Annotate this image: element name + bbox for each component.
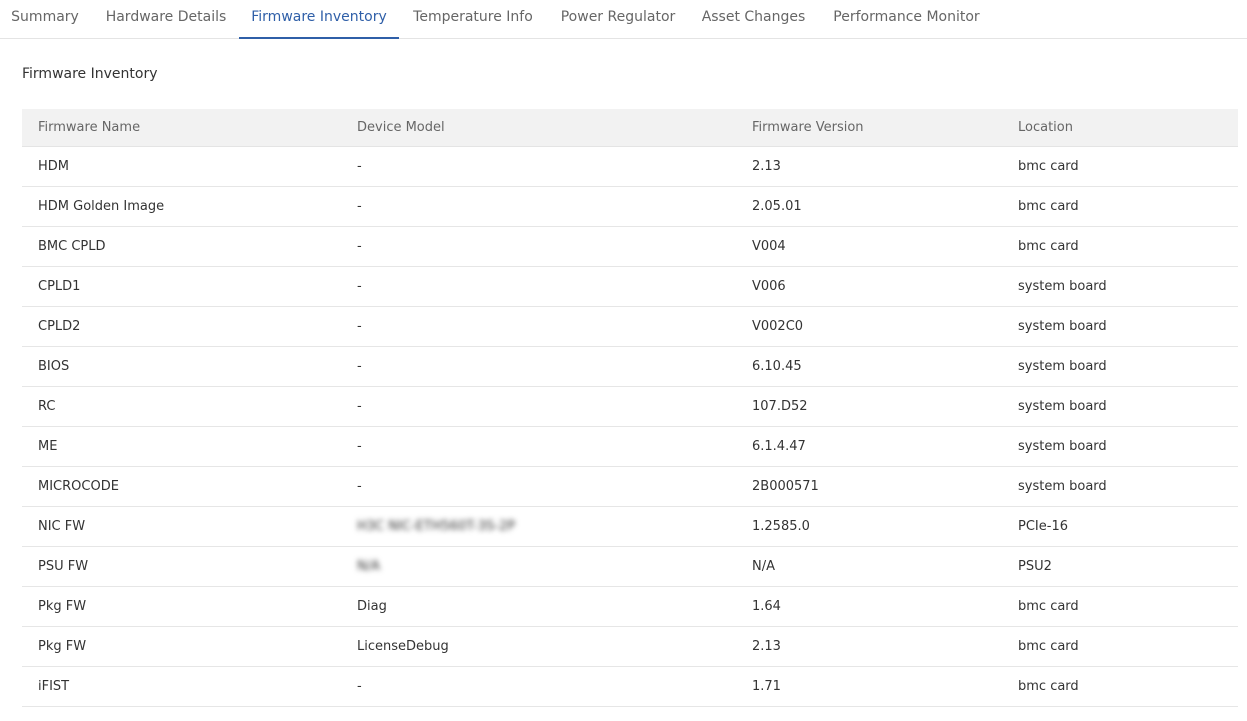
cell-location: system board (1018, 479, 1107, 494)
table-row: Pkg FW LicenseDebug 2.13 bmc card (22, 627, 1238, 667)
table-row: Pkg FW Diag 1.64 bmc card (22, 587, 1238, 627)
cell-location: PSU2 (1018, 559, 1052, 574)
cell-device-model: - (357, 359, 362, 374)
table-row: MICROCODE - 2B000571 system board (22, 467, 1238, 507)
firmware-table: Firmware Name Device Model Firmware Vers… (22, 109, 1238, 707)
table-row: RC - 107.D52 system board (22, 387, 1238, 427)
table-row: HDM - 2.13 bmc card (22, 147, 1238, 187)
cell-firmware-name: MICROCODE (38, 479, 119, 494)
tab-power-regulator[interactable]: Power Regulator (547, 0, 689, 39)
table-row: ME - 6.1.4.47 system board (22, 427, 1238, 467)
cell-location: system board (1018, 439, 1107, 454)
cell-location: bmc card (1018, 639, 1079, 654)
cell-device-model: N/A (357, 559, 380, 574)
cell-location: system board (1018, 399, 1107, 414)
table-row: CPLD2 - V002C0 system board (22, 307, 1238, 347)
header-firmware-version: Firmware Version (752, 120, 864, 135)
cell-firmware-name: HDM (38, 159, 70, 174)
cell-firmware-name: CPLD1 (38, 279, 81, 294)
cell-device-model: - (357, 439, 362, 454)
cell-firmware-name: RC (38, 399, 56, 414)
cell-location: bmc card (1018, 599, 1079, 614)
cell-device-model: - (357, 319, 362, 334)
cell-firmware-version: V002C0 (752, 319, 804, 334)
table-row: PSU FW N/A N/A PSU2 (22, 547, 1238, 587)
cell-location: bmc card (1018, 199, 1079, 214)
cell-location: bmc card (1018, 239, 1079, 254)
cell-location: system board (1018, 319, 1107, 334)
cell-firmware-version: 2.05.01 (752, 199, 802, 214)
cell-location: bmc card (1018, 159, 1079, 174)
cell-firmware-name: CPLD2 (38, 319, 81, 334)
cell-device-model: LicenseDebug (357, 639, 449, 654)
cell-firmware-version: 2.13 (752, 159, 781, 174)
cell-firmware-name: HDM Golden Image (38, 199, 165, 214)
cell-location: bmc card (1018, 679, 1079, 694)
cell-firmware-version: V006 (752, 279, 786, 294)
table-row: iFIST - 1.71 bmc card (22, 667, 1238, 707)
cell-device-model: - (357, 279, 362, 294)
cell-firmware-version: 1.2585.0 (752, 519, 810, 534)
cell-device-model: - (357, 239, 362, 254)
cell-device-model: Diag (357, 599, 387, 614)
cell-firmware-name: iFIST (38, 679, 70, 694)
cell-firmware-version: 2B000571 (752, 479, 819, 494)
cell-firmware-version: N/A (752, 559, 775, 574)
cell-firmware-name: PSU FW (38, 559, 89, 574)
cell-firmware-name: ME (38, 439, 58, 454)
cell-firmware-name: BMC CPLD (38, 239, 106, 254)
cell-location: system board (1018, 279, 1107, 294)
cell-device-model: - (357, 479, 362, 494)
table-row: HDM Golden Image - 2.05.01 bmc card (22, 187, 1238, 227)
cell-firmware-version: 6.1.4.47 (752, 439, 806, 454)
cell-firmware-name: Pkg FW (38, 639, 87, 654)
cell-firmware-version: 1.64 (752, 599, 781, 614)
cell-firmware-version: 2.13 (752, 639, 781, 654)
header-firmware-name: Firmware Name (38, 120, 141, 135)
tab-hardware-details[interactable]: Hardware Details (93, 0, 239, 39)
cell-device-model: H3C NIC-ETH560T-3S-2P (357, 519, 516, 534)
tab-summary[interactable]: Summary (0, 0, 90, 39)
cell-firmware-name: BIOS (38, 359, 70, 374)
section-title: Firmware Inventory (22, 66, 158, 82)
cell-device-model: - (357, 199, 362, 214)
table-row: BIOS - 6.10.45 system board (22, 347, 1238, 387)
tab-firmware-inventory[interactable]: Firmware Inventory (239, 0, 399, 39)
cell-firmware-version: 1.71 (752, 679, 781, 694)
tab-performance-monitor[interactable]: Performance Monitor (818, 0, 995, 39)
header-device-model: Device Model (357, 120, 445, 135)
table-row: CPLD1 - V006 system board (22, 267, 1238, 307)
table-header: Firmware Name Device Model Firmware Vers… (22, 109, 1238, 147)
tab-asset-changes[interactable]: Asset Changes (689, 0, 818, 39)
cell-device-model: - (357, 679, 362, 694)
tab-bar: Summary Hardware Details Firmware Invent… (0, 0, 1247, 39)
cell-device-model: - (357, 159, 362, 174)
cell-firmware-version: 6.10.45 (752, 359, 802, 374)
cell-firmware-version: 107.D52 (752, 399, 808, 414)
cell-firmware-name: NIC FW (38, 519, 86, 534)
cell-device-model: - (357, 399, 362, 414)
cell-location: PCIe-16 (1018, 519, 1068, 534)
cell-location: system board (1018, 359, 1107, 374)
table-row: NIC FW H3C NIC-ETH560T-3S-2P 1.2585.0 PC… (22, 507, 1238, 547)
cell-firmware-name: Pkg FW (38, 599, 87, 614)
table-row: BMC CPLD - V004 bmc card (22, 227, 1238, 267)
header-location: Location (1018, 120, 1073, 135)
tab-temperature-info[interactable]: Temperature Info (399, 0, 547, 39)
cell-firmware-version: V004 (752, 239, 786, 254)
